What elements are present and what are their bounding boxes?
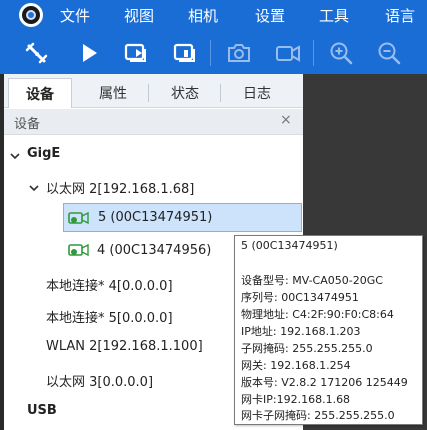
device-tooltip: 5 (00C13474951) 设备型号: MV-CA050-20GC 序列号:… xyxy=(234,235,423,425)
tree-node-ethernet3[interactable]: 以太网 3[0.0.0.0] xyxy=(46,371,153,390)
camera-online-icon xyxy=(68,243,89,257)
single-capture-icon xyxy=(173,43,195,62)
tab-status[interactable]: 状态 xyxy=(150,78,220,108)
tree-node-local5[interactable]: 本地连接* 5[0.0.0.0] xyxy=(46,307,173,326)
tree-node-gige[interactable]: GigE xyxy=(27,146,60,161)
tooltip-title: 5 (00C13474951) xyxy=(241,239,338,252)
tooltip-line: 序列号: 00C13474951 xyxy=(241,291,359,304)
tooltip-line: 网卡IP:192.168.1.68 xyxy=(241,393,351,406)
menu-file[interactable]: 文件 xyxy=(60,6,90,26)
zoom-out-button[interactable] xyxy=(375,39,403,67)
menu-tools[interactable]: 工具 xyxy=(319,6,349,26)
play-button[interactable] xyxy=(75,39,103,67)
continuous-capture-button[interactable] xyxy=(122,39,150,67)
play-icon xyxy=(83,44,97,62)
tree-node-device1[interactable]: 5 (00C13474951) xyxy=(98,210,212,225)
menu-view[interactable]: 视图 xyxy=(124,6,154,26)
disconnect-icon xyxy=(25,42,48,64)
menu-camera[interactable]: 相机 xyxy=(188,6,218,26)
zoom-out-icon xyxy=(378,42,401,65)
snapshot-button[interactable] xyxy=(225,39,253,67)
tab-divider xyxy=(220,84,221,102)
single-capture-button[interactable] xyxy=(171,39,199,67)
tooltip-line: IP地址: 192.168.1.203 xyxy=(241,325,361,338)
chevron-down-icon[interactable] xyxy=(29,183,39,193)
toolbar-separator xyxy=(210,40,211,66)
tab-device[interactable]: 设备 xyxy=(8,78,72,108)
tooltip-line: 物理地址: C4:2F:90:F0:C8:64 xyxy=(241,308,394,321)
tree-node-wlan2[interactable]: WLAN 2[192.168.1.100] xyxy=(46,339,203,354)
record-icon xyxy=(276,45,300,62)
continuous-capture-icon xyxy=(124,43,146,62)
zoom-in-button[interactable] xyxy=(327,39,355,67)
tree-node-device2[interactable]: 4 (00C13474956) xyxy=(97,243,211,258)
panel-header: 设备 × xyxy=(4,109,303,135)
tree-node-local4[interactable]: 本地连接* 4[0.0.0.0] xyxy=(46,275,173,294)
tree-node-ethernet2[interactable]: 以太网 2[192.168.1.68] xyxy=(46,178,194,197)
zoom-in-icon xyxy=(330,42,353,65)
menu-language[interactable]: 语言 xyxy=(385,6,415,26)
snapshot-icon xyxy=(228,44,250,62)
tooltip-line: 子网掩码: 255.255.255.0 xyxy=(241,342,373,355)
menu-settings[interactable]: 设置 xyxy=(255,6,285,26)
disconnect-button[interactable] xyxy=(23,39,51,67)
tooltip-line: 设备型号: MV-CA050-20GC xyxy=(241,274,383,287)
record-button[interactable] xyxy=(274,39,302,67)
chevron-down-icon[interactable] xyxy=(10,151,20,161)
tab-divider xyxy=(148,84,149,102)
tooltip-line: 版本号: V2.8.2 171206 125449 xyxy=(241,376,408,389)
menu-bar: 文件 视图 相机 设置 工具 语言 xyxy=(0,0,427,32)
tooltip-line: 网卡子网掩码: 255.255.255.0 xyxy=(241,409,395,422)
camera-online-icon xyxy=(68,211,89,225)
tab-properties[interactable]: 属性 xyxy=(78,78,148,108)
tree-node-usb[interactable]: USB xyxy=(27,403,57,418)
app-logo-icon xyxy=(19,3,43,27)
panel-title: 设备 xyxy=(14,117,41,132)
tab-log[interactable]: 日志 xyxy=(222,78,292,108)
toolbar xyxy=(0,32,427,74)
toolbar-separator xyxy=(313,40,314,66)
close-icon[interactable]: × xyxy=(280,112,292,128)
panel-tabs: 设备 属性 状态 日志 xyxy=(4,74,303,108)
tooltip-line: 网关: 192.168.1.254 xyxy=(241,359,351,372)
